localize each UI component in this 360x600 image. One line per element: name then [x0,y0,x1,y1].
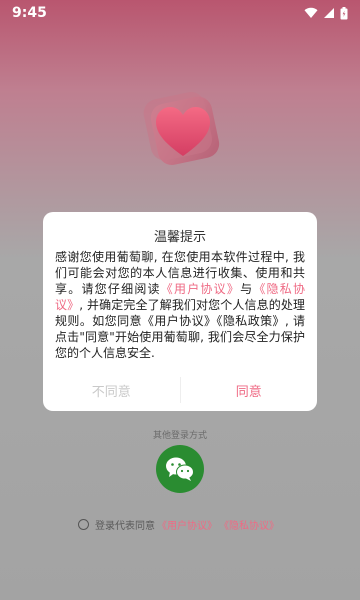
battery-icon [340,6,348,19]
agreement-user-link[interactable]: 《用户协议》 [157,517,217,532]
wifi-icon [304,7,318,19]
signal-icon [324,8,334,18]
dialog-body-text-3: , 并确定完全了解我们对您个人信息的处理规则。如您同意《用户协议》《隐私政策》,… [55,298,305,360]
status-time: 9:45 [12,5,47,21]
dialog-body-text-2: 与 [240,282,254,296]
agreement-radio[interactable] [78,518,89,530]
status-icons [304,6,348,20]
disagree-button[interactable]: 不同意 [43,369,180,411]
agreement-prefix: 登录代表同意 [95,520,155,532]
dialog-body: 感谢您使用葡萄聊, 在您使用本软件过程中, 我们可能会对您的本人信息进行收集、使… [55,249,305,361]
agree-button[interactable]: 同意 [181,369,318,411]
heart-logo-illustration [136,86,232,176]
status-bar: 9:45 [0,0,360,26]
heart-icon [143,92,220,165]
dialog-button-row: 不同意 同意 [43,369,317,411]
privacy-dialog: 温馨提示 感谢您使用葡萄聊, 在您使用本软件过程中, 我们可能会对您的本人信息进… [43,212,317,411]
login-agreement: 登录代表同意 《用户协议》 《隐私协议》 [78,516,338,532]
wechat-login-button[interactable] [156,445,204,493]
other-login-label: 其他登录方式 [152,431,207,441]
dialog-title: 温馨提示 [153,230,206,245]
wechat-icon [166,457,194,481]
agreement-privacy-link[interactable]: 《隐私协议》 [219,517,279,532]
user-agreement-link[interactable]: 《用户协议》 [161,282,240,296]
